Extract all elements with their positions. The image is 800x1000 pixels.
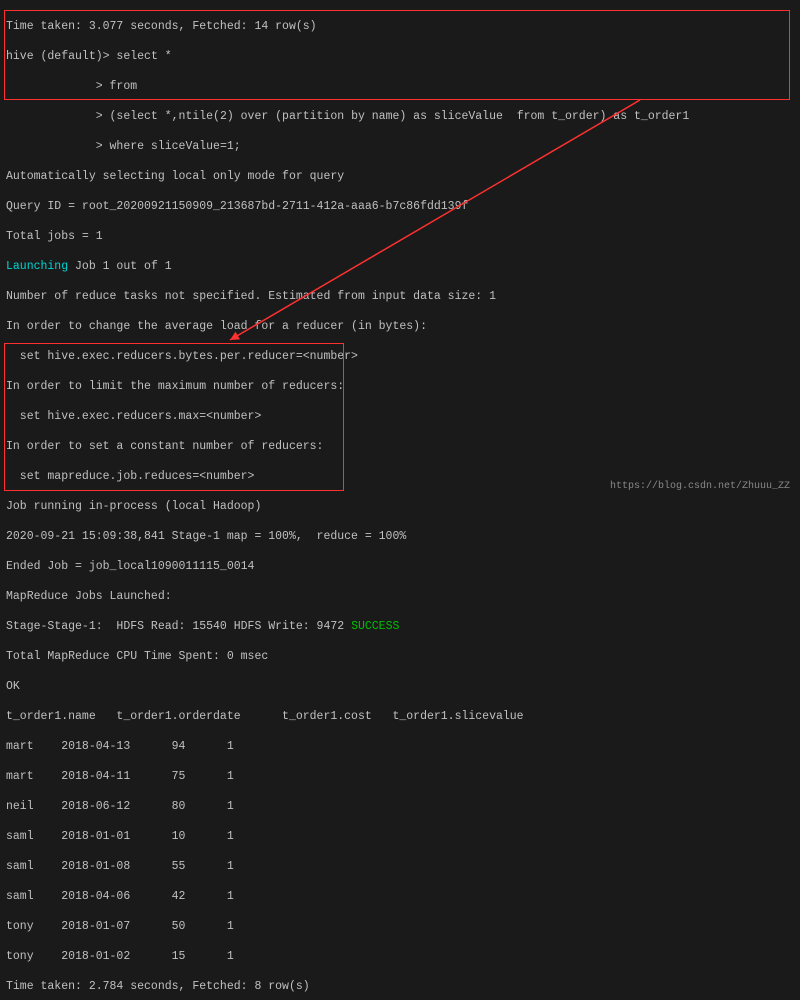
msg-auto-local: Automatically selecting local only mode … [6, 169, 794, 184]
query-subselect: (select *,ntile(2) over (partition by na… [103, 110, 690, 123]
table-row: tony 2018-01-02 15 1 [6, 949, 794, 964]
hive-cont-prompt: > [6, 140, 103, 153]
msg-set2: set hive.exec.reducers.max=<number> [6, 409, 794, 424]
query-from: from [103, 80, 138, 93]
hive-cont-prompt: > [6, 110, 103, 123]
msg-fetched: Time taken: 2.784 seconds, Fetched: 8 ro… [6, 979, 794, 994]
msg-set1: set hive.exec.reducers.bytes.per.reducer… [6, 349, 794, 364]
terminal-output: Time taken: 3.077 seconds, Fetched: 14 r… [6, 4, 794, 1000]
query-line-4: > where sliceValue=1; [6, 139, 794, 154]
msg-total-jobs: Total jobs = 1 [6, 229, 794, 244]
query-line-3: > (select *,ntile(2) over (partition by … [6, 109, 794, 124]
msg-launching-line: Launching Job 1 out of 1 [6, 259, 794, 274]
query-line-1: hive (default)> select * [6, 49, 794, 64]
msg-order3: In order to set a constant number of red… [6, 439, 794, 454]
query-select: select * [110, 50, 172, 63]
success-word: SUCCESS [351, 620, 399, 633]
table-row: saml 2018-01-01 10 1 [6, 829, 794, 844]
msg-hadoop: Job running in-process (local Hadoop) [6, 499, 794, 514]
table-row: mart 2018-04-13 94 1 [6, 739, 794, 754]
watermark: https://blog.csdn.net/Zhuuu_ZZ [610, 479, 790, 494]
msg-ok: OK [6, 679, 794, 694]
msg-ended: Ended Job = job_local1090011115_0014 [6, 559, 794, 574]
launching-rest: Job 1 out of 1 [68, 260, 172, 273]
query-where: where sliceValue=1; [103, 140, 241, 153]
msg-mr-launched: MapReduce Jobs Launched: [6, 589, 794, 604]
hive-prompt: hive (default)> [6, 50, 110, 63]
table-row: tony 2018-01-07 50 1 [6, 919, 794, 934]
table-row: neil 2018-06-12 80 1 [6, 799, 794, 814]
msg-reduce-tasks: Number of reduce tasks not specified. Es… [6, 289, 794, 304]
table-row: mart 2018-04-11 75 1 [6, 769, 794, 784]
table-row: saml 2018-01-08 55 1 [6, 859, 794, 874]
msg-stage-map: 2020-09-21 15:09:38,841 Stage-1 map = 10… [6, 529, 794, 544]
stage-stats-pre: Stage-Stage-1: HDFS Read: 15540 HDFS Wri… [6, 620, 351, 633]
table-row: saml 2018-04-06 42 1 [6, 889, 794, 904]
query-line-2: > from [6, 79, 794, 94]
hive-cont-prompt: > [6, 80, 103, 93]
msg-cpu-time: Total MapReduce CPU Time Spent: 0 msec [6, 649, 794, 664]
result-header: t_order1.name t_order1.orderdate t_order… [6, 709, 794, 724]
launching-word: Launching [6, 260, 68, 273]
msg-order1: In order to change the average load for … [6, 319, 794, 334]
msg-stage-stats-line: Stage-Stage-1: HDFS Read: 15540 HDFS Wri… [6, 619, 794, 634]
previous-time-line: Time taken: 3.077 seconds, Fetched: 14 r… [6, 19, 794, 34]
msg-query-id: Query ID = root_20200921150909_213687bd-… [6, 199, 794, 214]
msg-order2: In order to limit the maximum number of … [6, 379, 794, 394]
